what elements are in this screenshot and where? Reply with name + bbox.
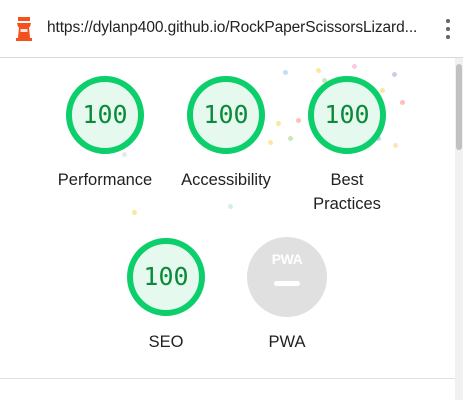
performance-label: Performance	[57, 171, 153, 189]
lighthouse-icon	[16, 17, 32, 41]
performance-gauge[interactable]: 100	[65, 75, 145, 155]
seo-score: 100	[143, 262, 189, 291]
pwa-badge[interactable]: PWA	[247, 237, 327, 317]
page-url[interactable]: https://dylanp400.github.io/RockPaperSci…	[47, 19, 419, 37]
accessibility-label: Accessibility	[181, 171, 271, 189]
pwa-label: PWA	[268, 333, 306, 351]
seo-label: SEO	[148, 333, 184, 351]
accessibility-gauge[interactable]: 100	[186, 75, 266, 155]
dash-icon	[274, 281, 300, 286]
seo-gauge[interactable]: 100	[126, 237, 206, 317]
accessibility-score: 100	[203, 100, 249, 129]
score-gauges-panel: 100 Performance 100 Accessibility 100 Be…	[0, 58, 455, 378]
scrollbar-thumb[interactable]	[456, 64, 462, 150]
pwa-badge-text: PWA	[271, 251, 303, 267]
address-bar: https://dylanp400.github.io/RockPaperSci…	[0, 0, 463, 58]
best-practices-label: Best Practices	[313, 171, 381, 213]
performance-score: 100	[82, 100, 128, 129]
scrollbar[interactable]	[455, 58, 463, 400]
best-practices-score: 100	[324, 100, 370, 129]
best-practices-gauge[interactable]: 100	[307, 75, 387, 155]
section-divider	[0, 378, 455, 379]
more-vert-icon[interactable]	[441, 18, 455, 40]
